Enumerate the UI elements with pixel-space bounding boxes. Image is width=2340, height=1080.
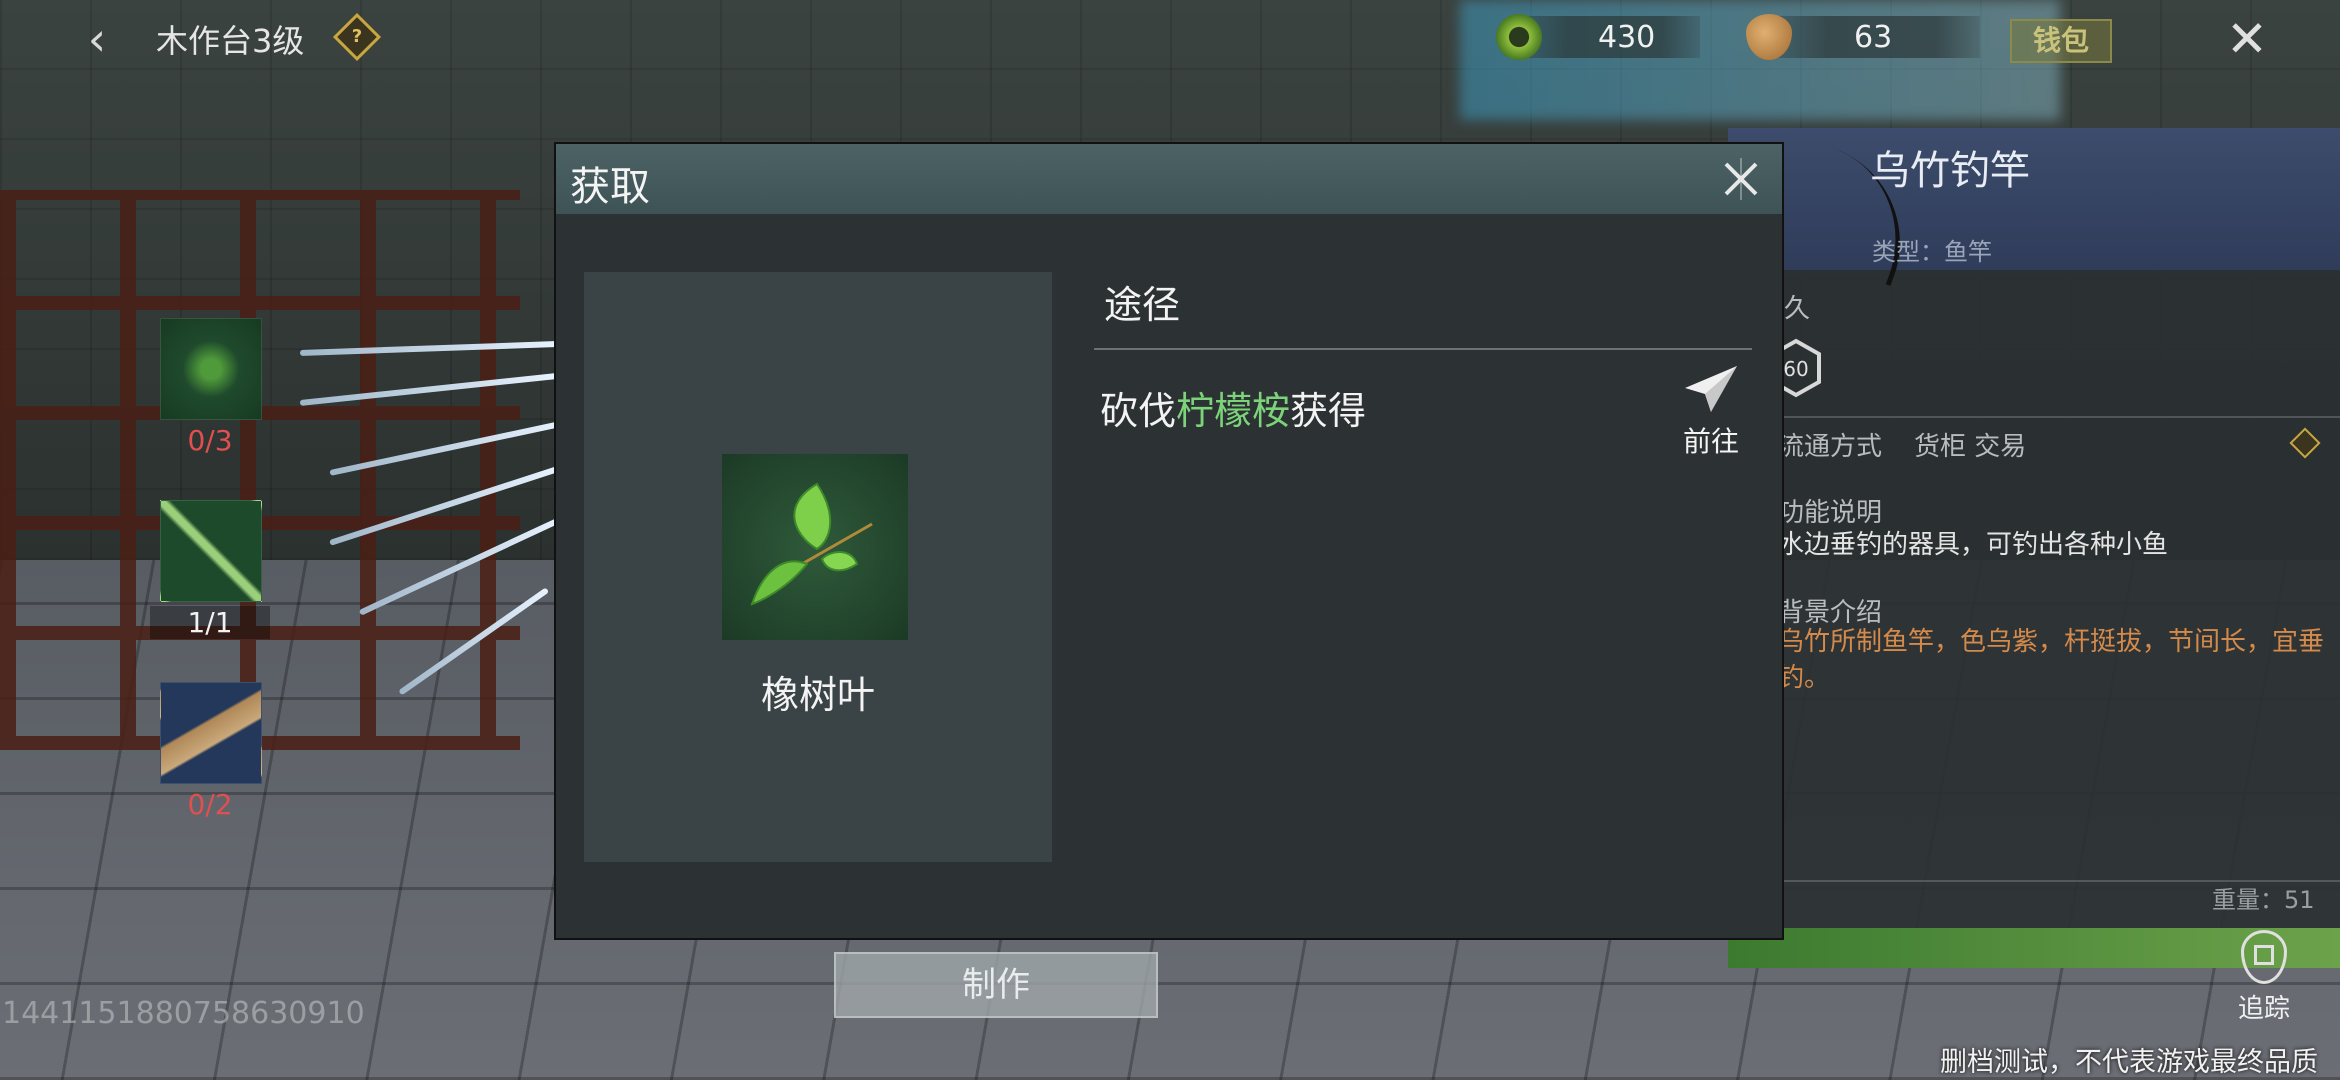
- path-section-title: 途径: [1104, 283, 1181, 327]
- material-count: 0/2: [187, 788, 233, 821]
- help-glyph: ?: [351, 26, 363, 47]
- item-info-header: 乌竹钓竿 类型：鱼竿: [1728, 128, 2340, 287]
- go-button[interactable]: 前往: [1678, 364, 1744, 460]
- path-suffix: 获得: [1290, 389, 1367, 433]
- material-slot-plank[interactable]: 0/2: [160, 682, 262, 821]
- material-count: 0/3: [187, 424, 233, 457]
- track-label: 追踪: [2237, 994, 2290, 1024]
- leaf-icon: [160, 318, 262, 420]
- item-info-type: 类型：鱼竿: [1872, 238, 1992, 266]
- modal-header: 获取: [556, 144, 1782, 214]
- material-slot-leaf[interactable]: 0/3: [160, 318, 262, 457]
- go-label: 前往: [1682, 425, 1739, 458]
- path-prefix: 砍伐: [1100, 389, 1177, 433]
- item-info-panel: 乌竹钓竿 类型：鱼竿 久 流通方式 货柜 交易 功能说明 水边垂钓的器具，可钓出…: [1728, 128, 2340, 928]
- path-entry: 砍伐柠檬桉获得: [1100, 380, 1366, 435]
- acquire-modal: 获取 橡树叶 途径 砍伐柠檬桉获得 前往: [554, 142, 1784, 940]
- bamboo-icon: [160, 500, 262, 602]
- modal-title: 获取: [570, 164, 650, 210]
- function-text: 水边垂钓的器具，可钓出各种小鱼: [1778, 530, 2169, 560]
- help-diamond-icon[interactable]: ?: [332, 12, 382, 62]
- currency-1-value: 430: [1598, 20, 1656, 55]
- close-x-icon[interactable]: [1714, 152, 1768, 206]
- track-button[interactable]: 追踪: [2234, 930, 2294, 1025]
- disclaimer-text: 删档测试，不代表游戏最终品质: [1940, 1047, 2318, 1078]
- material-slot-bamboo[interactable]: 1/1: [150, 500, 270, 639]
- wood-plank-icon: [160, 682, 262, 784]
- currency-2-value: 63: [1854, 20, 1893, 55]
- leaf-icon: [722, 454, 908, 640]
- divider: [1784, 416, 2340, 418]
- material-count: 1/1: [150, 606, 270, 639]
- craft-button[interactable]: 制作: [834, 952, 1158, 1018]
- item-info-name: 乌竹钓竿: [1870, 148, 2030, 194]
- wallet-button[interactable]: 钱包: [2010, 19, 2112, 63]
- user-id: 1441151880758630910: [2, 996, 365, 1031]
- station-title: 木作台3级: [156, 22, 305, 60]
- path-highlight: 柠檬桉: [1176, 389, 1291, 433]
- circulation-label: 流通方式: [1778, 432, 1883, 462]
- paper-plane-icon: [1685, 366, 1737, 412]
- back-arrow-icon[interactable]: ‹: [72, 14, 122, 64]
- circulation-value: 货柜 交易: [1914, 432, 2027, 462]
- acquire-item-name: 橡树叶: [760, 673, 875, 717]
- durability-value: 60: [1783, 357, 1808, 381]
- item-preview-box: 橡树叶: [584, 272, 1052, 862]
- story-text: 乌竹所制鱼竿，色乌紫，杆挺拔，节间长，宜垂钓。: [1778, 627, 2325, 693]
- item-weight: 重量：51: [2212, 886, 2315, 914]
- close-x-icon[interactable]: ✕: [2222, 14, 2272, 64]
- durability-label: 久: [1784, 294, 1811, 324]
- jade-coin-icon: [1496, 14, 1542, 60]
- track-pin-icon: [2241, 930, 2287, 984]
- top-bar: ‹ 木作台3级 ? 430 63 钱包 ✕: [0, 0, 2340, 80]
- help-diamond-icon[interactable]: [2289, 427, 2321, 459]
- divider: [1094, 348, 1752, 350]
